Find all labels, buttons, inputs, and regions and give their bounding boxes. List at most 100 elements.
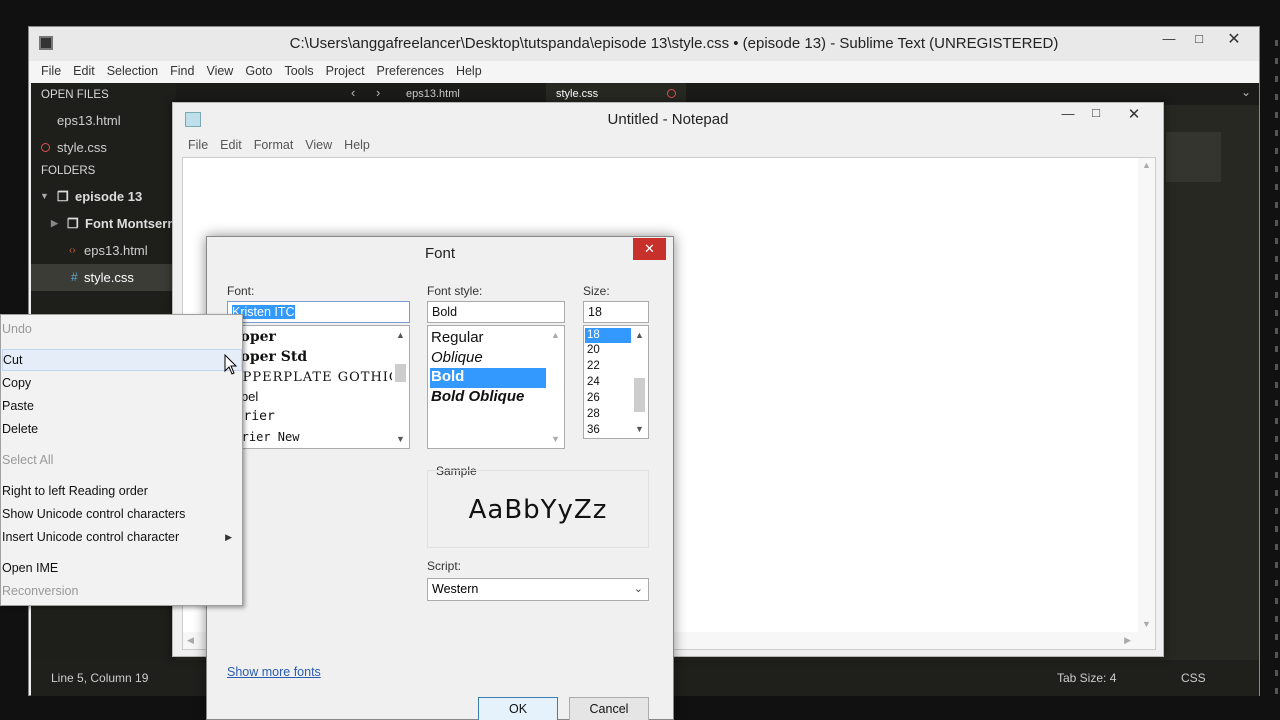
sidebar-file-style-css[interactable]: # style.css <box>31 264 176 291</box>
scroll-thumb[interactable] <box>395 364 406 382</box>
html-file-icon: ‹› <box>69 245 76 256</box>
list-item[interactable]: 22 <box>585 360 600 372</box>
sample-preview: AaBbYyZz <box>427 470 649 548</box>
menu-item-rtl[interactable]: Right to left Reading order <box>2 480 242 502</box>
scroll-up-icon[interactable]: ▲ <box>551 330 560 340</box>
scroll-left-icon[interactable]: ◀ <box>187 635 194 646</box>
menu-project[interactable]: Project <box>320 61 371 78</box>
vertical-scrollbar[interactable]: ▲ ▼ <box>1138 158 1155 649</box>
minimap[interactable] <box>1166 132 1221 182</box>
tab-prev-icon[interactable]: ‹ <box>351 85 355 100</box>
close-icon[interactable]: ✕ <box>1119 105 1149 123</box>
menu-item-select-all[interactable]: Select All <box>2 449 242 471</box>
sidebar-folder-episode-13[interactable]: ▼ ❐ episode 13 <box>31 183 176 210</box>
screen-edge-marks <box>1275 40 1278 700</box>
mouse-cursor-icon <box>224 354 238 375</box>
list-item[interactable]: 26 <box>585 392 600 404</box>
sidebar-item-label: style.css <box>84 270 134 285</box>
status-syntax[interactable]: CSS <box>1181 671 1206 685</box>
sidebar-item-label: eps13.html <box>57 113 121 128</box>
list-item[interactable]: Bold Oblique <box>430 388 548 405</box>
menu-view[interactable]: View <box>299 135 338 152</box>
menu-tools[interactable]: Tools <box>278 61 319 78</box>
scroll-down-icon[interactable]: ▼ <box>1142 619 1151 629</box>
menu-item-paste[interactable]: Paste <box>2 395 242 417</box>
menu-help[interactable]: Help <box>338 135 376 152</box>
font-label: Font: <box>227 284 255 298</box>
list-item[interactable]: 20 <box>585 344 600 356</box>
font-name-input[interactable]: Kristen ITC <box>227 301 410 323</box>
sidebar-file-eps13-html[interactable]: ‹› eps13.html <box>31 237 176 264</box>
status-tab-size[interactable]: Tab Size: 4 <box>1057 671 1116 685</box>
menu-item-insert-unicode[interactable]: Insert Unicode control character ▶ <box>2 526 242 548</box>
size-input[interactable]: 18 <box>583 301 649 323</box>
vertical-scrollbar[interactable]: ▲ ▼ <box>547 326 564 448</box>
list-item[interactable]: 36 <box>585 424 600 436</box>
sidebar-item-eps13-html[interactable]: eps13.html <box>31 107 176 134</box>
font-style-input[interactable]: Bold <box>427 301 565 323</box>
ok-button[interactable]: OK <box>478 697 558 720</box>
close-icon[interactable]: ✕ <box>1219 29 1249 49</box>
menu-item-reconversion[interactable]: Reconversion <box>2 580 242 602</box>
cancel-button[interactable]: Cancel <box>569 697 649 720</box>
menu-item-undo[interactable]: Undo <box>2 318 242 340</box>
menu-item-show-unicode[interactable]: Show Unicode control characters <box>2 503 242 525</box>
scroll-up-icon[interactable]: ▲ <box>635 330 644 340</box>
minimize-icon[interactable]: — <box>1053 106 1083 121</box>
scroll-up-icon[interactable]: ▲ <box>396 330 405 340</box>
menu-item-cut[interactable]: Cut <box>2 349 242 371</box>
menu-item-open-ime[interactable]: Open IME <box>2 557 242 579</box>
list-item[interactable]: 24 <box>585 376 600 388</box>
menu-view[interactable]: View <box>200 61 239 78</box>
open-files-heading: OPEN FILES <box>41 89 109 101</box>
folders-heading: FOLDERS <box>41 165 96 177</box>
menu-format[interactable]: Format <box>248 135 300 152</box>
list-item[interactable]: 28 <box>585 408 600 420</box>
scroll-down-icon[interactable]: ▼ <box>396 434 405 444</box>
font-dialog: Font ✕ Font: Kristen ITC Cooper Cooper S… <box>206 236 674 720</box>
scroll-right-icon[interactable]: ▶ <box>1124 635 1131 646</box>
menu-item-delete[interactable]: Delete <box>2 418 242 440</box>
tabs-dropdown-icon[interactable]: ⌄ <box>1241 85 1251 99</box>
submenu-arrow-icon: ▶ <box>225 532 232 542</box>
folder-label: Font Montserrat <box>85 216 176 231</box>
maximize-icon[interactable]: □ <box>1184 31 1214 46</box>
script-value: Western <box>432 582 479 596</box>
list-item[interactable]: COPPERPLATE GOTHIC <box>228 370 400 385</box>
menu-help[interactable]: Help <box>450 61 488 78</box>
scroll-down-icon[interactable]: ▼ <box>635 424 644 434</box>
tab-label: eps13.html <box>406 88 460 100</box>
scroll-down-icon[interactable]: ▼ <box>551 434 560 444</box>
close-icon[interactable]: ✕ <box>633 238 666 260</box>
size-list[interactable]: 18 20 22 24 26 28 36 ▲ ▼ <box>583 325 649 439</box>
menu-selection[interactable]: Selection <box>101 61 164 78</box>
maximize-icon[interactable]: □ <box>1081 105 1111 120</box>
list-item-selected[interactable]: Bold <box>430 368 546 388</box>
menu-edit[interactable]: Edit <box>214 135 248 152</box>
list-item-selected[interactable]: 18 <box>585 328 631 343</box>
menu-file[interactable]: File <box>29 61 67 78</box>
minimize-icon[interactable]: — <box>1154 31 1184 46</box>
vertical-scrollbar[interactable]: ▲ ▼ <box>392 326 409 448</box>
vertical-scrollbar[interactable]: ▲ ▼ <box>631 326 648 438</box>
menu-item-copy[interactable]: Copy <box>2 372 242 394</box>
sidebar-item-label: style.css <box>57 140 107 155</box>
script-label: Script: <box>427 559 462 573</box>
tab-next-icon[interactable]: › <box>376 85 380 100</box>
script-select[interactable]: Western ⌄ <box>427 578 649 601</box>
scroll-thumb[interactable] <box>634 378 645 412</box>
font-name-list[interactable]: Cooper Cooper Std COPPERPLATE GOTHIC Cor… <box>227 325 410 449</box>
menu-find[interactable]: Find <box>164 61 200 78</box>
menu-goto[interactable]: Goto <box>239 61 278 78</box>
sidebar-folder-font[interactable]: ▶ ❐ Font Montserrat <box>31 210 176 237</box>
show-more-fonts-link[interactable]: Show more fonts <box>227 665 321 679</box>
font-style-list[interactable]: Regular Oblique Bold Bold Oblique ▲ ▼ <box>427 325 565 449</box>
menu-file[interactable]: File <box>173 135 214 152</box>
list-item[interactable]: Oblique <box>430 349 548 366</box>
sidebar-item-style-css[interactable]: style.css <box>31 134 176 161</box>
list-item[interactable]: Regular <box>430 329 548 346</box>
menu-edit[interactable]: Edit <box>67 61 101 78</box>
menu-preferences[interactable]: Preferences <box>371 61 450 78</box>
scroll-up-icon[interactable]: ▲ <box>1142 160 1151 170</box>
sample-text: AaBbYyZz <box>468 495 608 525</box>
